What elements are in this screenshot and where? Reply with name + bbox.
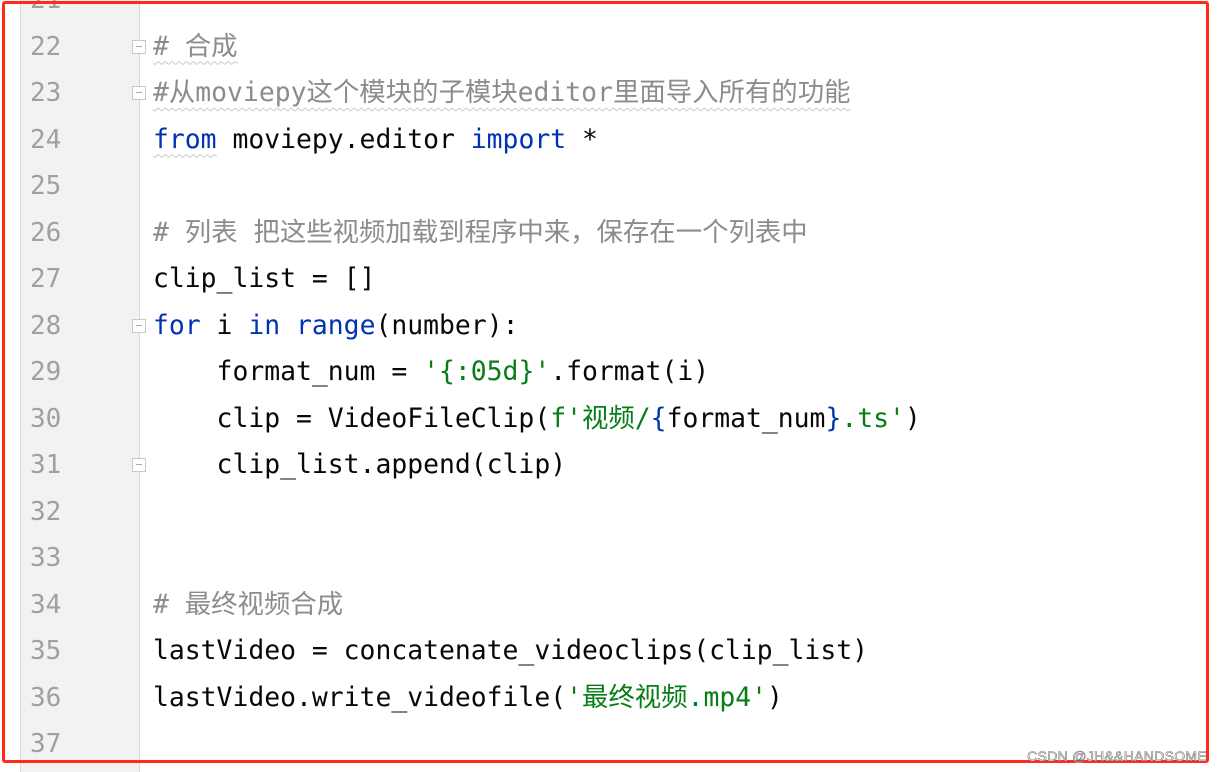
highlight-frame bbox=[2, 1, 1209, 763]
code-editor[interactable]: 21 22 # 合成 23 #从moviepy这个模块的子模块editor里面导入所有的… bbox=[0, 0, 1221, 772]
watermark: CSDN @JH&&HANDSOME bbox=[1027, 748, 1207, 765]
